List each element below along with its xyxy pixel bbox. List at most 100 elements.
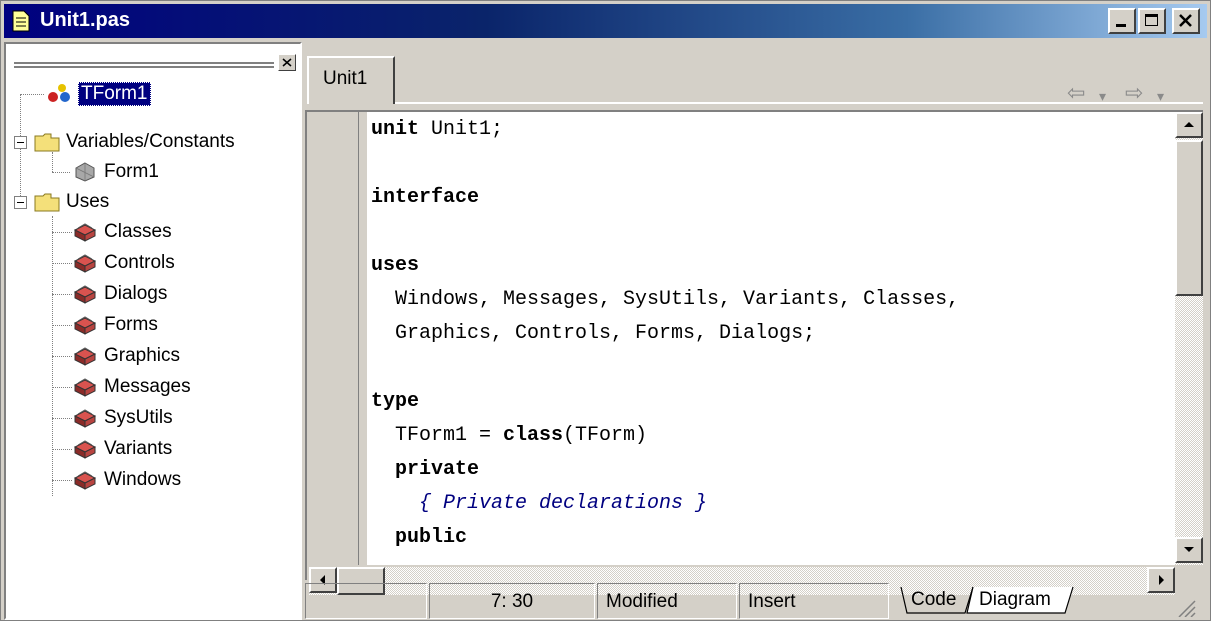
keyword: uses (371, 254, 420, 277)
minimize-icon (1116, 24, 1126, 27)
explorer-grip[interactable] (14, 62, 274, 68)
folder-icon (34, 193, 60, 212)
status-bar: 7: 30 Modified Insert Code Diagram (305, 583, 1203, 619)
tab-code[interactable]: Code (911, 589, 956, 621)
chevron-down-icon[interactable]: ▾ (1157, 88, 1164, 105)
code-explorer: TForm1 Variables/Constants Form1 Uses Cl… (4, 42, 302, 620)
tree-label: Forms (104, 314, 158, 335)
forward-arrow-icon[interactable]: ⇨ (1125, 80, 1143, 106)
unit-icon (73, 316, 97, 335)
tree-line (52, 232, 72, 233)
keyword: private (371, 458, 480, 481)
tree-node-unit[interactable]: Dialogs (72, 280, 167, 308)
keyword: type (371, 390, 420, 413)
chevron-down-icon[interactable]: ▾ (1099, 88, 1106, 105)
code-line: interface (371, 186, 479, 209)
resize-grip-icon[interactable] (1175, 597, 1197, 617)
vertical-scroll-thumb[interactable] (1175, 140, 1203, 296)
tree-node-unit[interactable]: Classes (72, 218, 172, 246)
editor-gutter (307, 112, 359, 565)
document-icon (12, 10, 30, 32)
tree-line (52, 418, 72, 419)
tree-label: Variants (104, 438, 173, 459)
tree-label: Variables/Constants (66, 131, 235, 152)
keyword: interface (371, 186, 480, 209)
code-line: Graphics, Controls, Forms, Dialogs; (371, 322, 816, 345)
unit-icon (73, 409, 97, 428)
keyword: public (371, 526, 468, 549)
code-line: TForm1 = class(TForm) (371, 424, 647, 447)
editor-tabs: Unit1 ⇦ ▾ ⇨ ▾ (305, 56, 1205, 106)
tree-node-unit[interactable]: Windows (72, 466, 181, 494)
window-title: Unit1.pas (40, 9, 131, 31)
tree-node-unit[interactable]: Forms (72, 311, 158, 339)
tree-line (52, 325, 72, 326)
scroll-up-button[interactable] (1175, 112, 1203, 138)
close-icon (282, 58, 292, 67)
folder-icon (34, 133, 60, 152)
tree-node-form1[interactable]: Form1 (72, 158, 159, 186)
unit-icon (73, 471, 97, 490)
minimize-button[interactable] (1108, 8, 1136, 34)
arrow-up-icon (1184, 122, 1194, 127)
title-bar[interactable]: Unit1.pas (4, 4, 1207, 38)
tree-line (52, 356, 72, 357)
code-line: public (371, 526, 467, 549)
tree-label: Messages (104, 376, 191, 397)
maximize-button[interactable] (1138, 8, 1166, 34)
tree-label: Dialogs (104, 283, 168, 304)
editor-window: Unit1.pas TForm1 Variables/Constants For… (0, 0, 1211, 621)
arrow-down-icon (1184, 547, 1194, 552)
tree-node-unit[interactable]: Graphics (72, 342, 180, 370)
code-line: type (371, 390, 419, 413)
tree-line (52, 449, 72, 450)
tree-line (52, 387, 72, 388)
cursor-position: 7: 30 (429, 583, 595, 619)
code-text-area[interactable]: unit Unit1; interface uses Windows, Mess… (367, 112, 1175, 565)
tree-node-unit[interactable]: Messages (72, 373, 191, 401)
variable-icon (75, 162, 95, 182)
tree-node-unit[interactable]: Controls (72, 249, 175, 277)
explorer-close-button[interactable] (278, 54, 296, 71)
tree-node-unit[interactable]: SysUtils (72, 404, 173, 432)
tree-label: Windows (104, 469, 182, 490)
unit-icon (73, 223, 97, 242)
code-text: TForm1 = (371, 424, 504, 447)
tree-node-unit[interactable]: Variants (72, 435, 172, 463)
unit-icon (73, 347, 97, 366)
tree-node-uses[interactable]: Uses (34, 188, 109, 216)
tree-label: Form1 (104, 161, 159, 182)
tab-label: Unit1 (323, 68, 368, 89)
collapse-toggle[interactable] (14, 196, 27, 209)
keyword: unit (371, 118, 420, 141)
unit-icon (73, 254, 97, 273)
tree-label: Classes (104, 221, 172, 242)
keyword: class (503, 424, 564, 447)
insert-mode: Insert (739, 583, 889, 619)
tree-label: Controls (104, 252, 175, 273)
tab-diagram[interactable]: Diagram (979, 589, 1051, 621)
tree-line (20, 94, 44, 95)
code-line: unit Unit1; (371, 118, 503, 141)
code-text: Unit1; (419, 118, 504, 141)
collapse-toggle[interactable] (14, 136, 27, 149)
unit-icon (73, 378, 97, 397)
close-icon (1179, 14, 1192, 27)
scroll-down-button[interactable] (1175, 537, 1203, 563)
status-panel-empty (305, 583, 427, 619)
tree-label: TForm1 (78, 82, 151, 106)
code-editor: Unit1 ⇦ ▾ ⇨ ▾ unit Unit1; interface uses… (305, 42, 1207, 620)
unit-icon (73, 440, 97, 459)
vertical-scrollbar[interactable] (1175, 112, 1203, 565)
tab-unit1[interactable]: Unit1 (307, 56, 395, 104)
tree-line (52, 172, 70, 173)
tree-node-variables[interactable]: Variables/Constants (34, 128, 235, 156)
code-comment: { Private declarations } (371, 492, 708, 515)
class-icon (48, 84, 70, 102)
back-arrow-icon[interactable]: ⇦ (1067, 80, 1085, 106)
code-frame: unit Unit1; interface uses Windows, Mess… (305, 110, 1203, 595)
code-line: private (371, 458, 479, 481)
tree-node-tform1[interactable]: TForm1 (46, 80, 151, 108)
code-line: Windows, Messages, SysUtils, Variants, C… (371, 288, 960, 311)
close-button[interactable] (1172, 8, 1200, 34)
